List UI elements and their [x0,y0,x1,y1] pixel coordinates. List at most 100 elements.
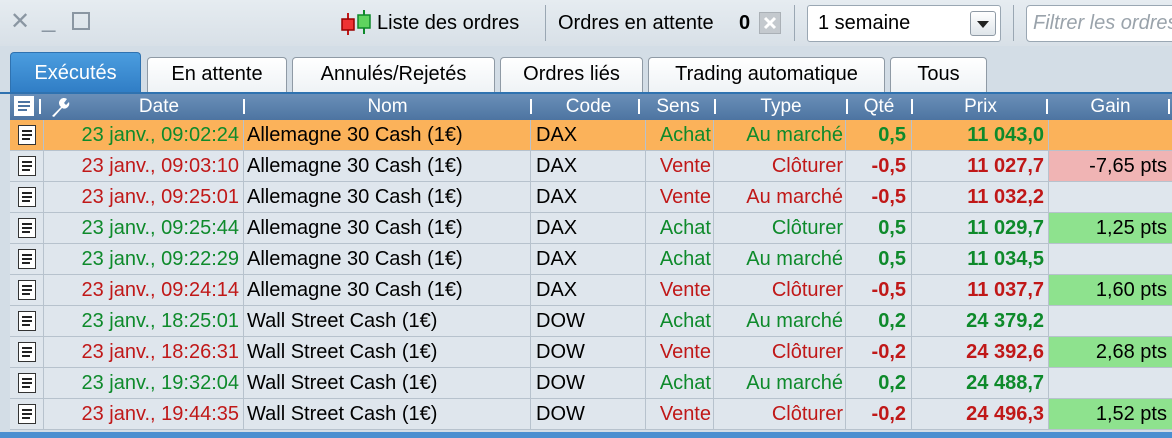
cell-qty: 0,5 [846,244,912,274]
tab-tous[interactable]: Tous [890,57,987,94]
tab-en-attente[interactable]: En attente [147,57,287,94]
tab-ordres-lies[interactable]: Ordres liés [500,57,643,94]
cell-qty: 0,2 [846,306,912,336]
column-header-gain[interactable]: Gain [1049,94,1172,120]
filter-input[interactable] [1026,5,1172,42]
document-icon[interactable] [18,342,36,362]
tab-executes[interactable]: Exécutés [10,52,141,94]
row-icon-cell [10,151,44,181]
cell-code: DAX [531,182,646,212]
column-separator[interactable] [1046,99,1048,114]
document-icon[interactable] [18,187,36,207]
document-icon[interactable] [18,218,36,238]
document-icon[interactable] [14,96,34,116]
row-icon-cell [10,182,44,212]
column-header-sens[interactable]: Sens [640,94,716,120]
close-icon[interactable]: ✕ [10,10,30,34]
cell-code: DOW [531,306,646,336]
cell-date: 23 janv., 18:25:01 [44,306,244,336]
table-row[interactable]: 23 janv., 09:24:14 Allemagne 30 Cash (1€)… [10,275,1172,306]
cell-prix: 11 037,7 [912,275,1049,305]
cell-gain [1049,306,1172,336]
table-row[interactable]: 23 janv., 09:03:10 Allemagne 30 Cash (1€)… [10,151,1172,182]
toolbar-divider [545,5,546,41]
table-row[interactable]: 23 janv., 09:25:44 Allemagne 30 Cash (1€)… [10,213,1172,244]
cell-gain: 1,60 pts [1049,275,1172,305]
cell-nom: Allemagne 30 Cash (1€) [244,275,531,305]
column-header-type[interactable]: Type [716,94,846,120]
document-icon[interactable] [18,373,36,393]
document-icon[interactable] [18,404,36,424]
cell-prix: 11 029,7 [912,213,1049,243]
cell-sens: Vente [646,275,714,305]
cell-type: Clôturer [714,275,846,305]
cell-nom: Allemagne 30 Cash (1€) [244,182,531,212]
maximize-icon[interactable] [72,12,90,30]
cell-sens: Achat [646,306,714,336]
minimize-icon[interactable]: _ [42,8,55,32]
cell-gain: 1,25 pts [1049,213,1172,243]
table-row[interactable]: 23 janv., 18:26:31 Wall Street Cash (1€) D… [10,337,1172,368]
document-icon[interactable] [18,156,36,176]
cell-code: DAX [531,275,646,305]
order-list-title: Liste des ordres [377,12,520,34]
cell-date: 23 janv., 09:22:29 [44,244,244,274]
cell-gain [1049,182,1172,212]
cell-prix: 24 392,6 [912,337,1049,367]
cell-sens: Achat [646,244,714,274]
column-header-prix[interactable]: Prix [912,94,1049,120]
cell-code: DAX [531,120,646,150]
cell-type: Clôturer [714,213,846,243]
cell-type: Au marché [714,244,846,274]
column-header-date[interactable]: Date [74,94,244,120]
cell-qty: 0,2 [846,368,912,398]
grid-header: Date Nom Code Sens Type Qté Prix Gain [10,94,1172,120]
cell-nom: Allemagne 30 Cash (1€) [244,244,531,274]
cell-nom: Wall Street Cash (1€) [244,306,531,336]
cell-sens: Achat [646,120,714,150]
row-icon-cell [10,368,44,398]
chevron-down-icon[interactable] [970,11,996,36]
column-separator [39,99,41,114]
table-row[interactable]: 23 janv., 19:32:04 Wall Street Cash (1€) D… [10,368,1172,399]
tab-trading-automatique[interactable]: Trading automatique [648,57,885,94]
column-separator[interactable] [1168,99,1170,114]
column-header-nom[interactable]: Nom [244,94,531,120]
order-tabs: Exécutés En attente Annulés/Rejetés Ordr… [0,52,1172,94]
cell-date: 23 janv., 09:25:01 [44,182,244,212]
cell-prix: 11 043,0 [912,120,1049,150]
table-row[interactable]: 23 janv., 09:02:24 Allemagne 30 Cash (1€)… [10,120,1172,151]
clear-pending-icon[interactable] [759,12,781,34]
table-row[interactable]: 23 janv., 19:44:35 Wall Street Cash (1€) D… [10,399,1172,430]
cell-type: Au marché [714,368,846,398]
document-icon[interactable] [18,125,36,145]
cell-gain: 2,68 pts [1049,337,1172,367]
cell-sens: Achat [646,213,714,243]
cell-code: DOW [531,337,646,367]
period-select[interactable]: 1 semaine [807,5,1001,42]
cell-date: 23 janv., 09:24:14 [44,275,244,305]
cell-date: 23 janv., 18:26:31 [44,337,244,367]
tab-annules-rejetes[interactable]: Annulés/Rejetés [292,57,495,94]
cell-type: Au marché [714,306,846,336]
column-header-qty[interactable]: Qté [846,94,912,120]
document-icon[interactable] [18,311,36,331]
table-row[interactable]: 23 janv., 09:25:01 Allemagne 30 Cash (1€)… [10,182,1172,213]
cell-code: DAX [531,244,646,274]
column-header-code[interactable]: Code [531,94,646,120]
cell-nom: Wall Street Cash (1€) [244,399,531,429]
row-icon-cell [10,244,44,274]
cell-nom: Allemagne 30 Cash (1€) [244,213,531,243]
period-value: 1 semaine [818,12,911,34]
document-icon[interactable] [18,249,36,269]
cell-nom: Allemagne 30 Cash (1€) [244,151,531,181]
table-row[interactable]: 23 janv., 18:25:01 Wall Street Cash (1€) D… [10,306,1172,337]
cell-qty: -0,5 [846,275,912,305]
cell-prix: 11 034,5 [912,244,1049,274]
row-icon-cell [10,306,44,336]
table-row[interactable]: 23 janv., 09:22:29 Allemagne 30 Cash (1€)… [10,244,1172,275]
cell-type: Clôturer [714,151,846,181]
wrench-icon[interactable] [48,95,72,119]
document-icon[interactable] [18,280,36,300]
cell-prix: 11 027,7 [912,151,1049,181]
